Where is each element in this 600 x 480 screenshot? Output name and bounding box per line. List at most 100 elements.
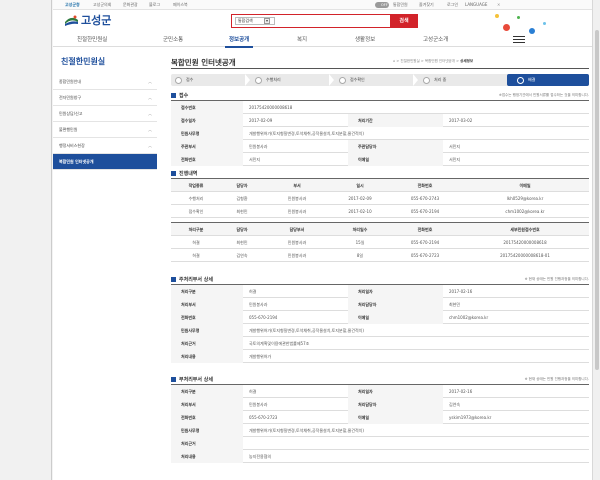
breadcrumb-item[interactable]: 복합민원 인터넷공개 — [425, 59, 455, 63]
field-label: 처리구분 — [171, 385, 243, 398]
sub-dept-table: 처리구분 허결 처리일자 2017-02-16 처리부서 민원봉사과 처리담당자… — [171, 384, 589, 463]
table-row: 처리구분 허결 처리일자 2017-02-16 — [171, 385, 589, 398]
scrollbar-thumb[interactable] — [595, 30, 599, 370]
breadcrumb-current: 상세정보 — [460, 59, 474, 63]
field-value: 개발행위허가 — [249, 354, 272, 359]
table-cell: 김형환 — [236, 196, 248, 201]
field-value: 개발행위허가(토지형질변경,토석채취,공작물설치,토지분할,물건적치) — [249, 428, 364, 433]
gnb-item-sotong[interactable]: 군민소통 — [163, 35, 183, 45]
field-label: 전화번호 — [171, 311, 243, 324]
search-scope-dropdown[interactable]: ▾ — [264, 18, 270, 24]
util-link-tour[interactable]: 문화관광 — [123, 2, 138, 8]
sidebar-item-complaint[interactable]: 불편행민원 ︿ — [53, 122, 157, 138]
deco-dot — [517, 16, 520, 19]
table-row: 처리근거 — [171, 437, 589, 450]
table-cell: 김연숙 — [236, 253, 248, 258]
section-title: 진행내역 — [179, 171, 198, 177]
util-link-minwon[interactable]: 통합민원 — [393, 2, 408, 8]
section-title: 주처리부서 상세 — [179, 277, 213, 283]
left-frame — [0, 0, 52, 480]
sidebar-item-charter[interactable]: 행정서비스헌장 ︿ — [53, 138, 157, 154]
breadcrumb: ⌂ > 친절한민원실 > 복합민원 인터넷공개 > 상세정보 — [393, 59, 474, 63]
deco-dot — [503, 24, 510, 31]
field-value: 허결 — [249, 289, 257, 294]
table-cell: 055-670-2194 — [410, 209, 440, 214]
gnb-item-about[interactable]: 고성군소개 — [423, 35, 448, 45]
field-label: 이메일 — [348, 153, 443, 166]
sidebar-item-guide[interactable]: 종합민원안내 ︿ — [53, 74, 157, 90]
util-link-facebook[interactable]: 페이스북 — [173, 2, 188, 8]
section-note: ※ 현재 상태는 민원 진행과정을 의미합니다. — [524, 277, 589, 281]
sidebar-item-complex[interactable]: 복합민원 인터넷공개 — [53, 154, 157, 170]
table-row: 전화번호 055-670-2194 이메일 chm1002@korea.kr — [171, 311, 589, 324]
page-content: 고성군청 고성군의회 문화관광 블로그 페이스북 OFF 통합민원 즐겨찾기 로… — [53, 0, 592, 480]
table-cell: 허결 — [192, 240, 200, 245]
column-header: 처리일수 — [352, 227, 368, 232]
field-label: 처리부서 — [171, 298, 243, 311]
close-icon[interactable]: ✕ — [497, 2, 500, 8]
table-cell: 055-670-2194 — [410, 240, 440, 245]
gnb-item-life[interactable]: 생활정보 — [355, 35, 375, 45]
column-header: 처리구분 — [188, 227, 204, 232]
table-row: 접수번호 20175420000008618 — [171, 101, 589, 114]
field-label: 주관부서 — [171, 140, 243, 153]
sidebar-item-label: 행정서비스헌장 — [59, 143, 85, 148]
menu-icon[interactable] — [513, 36, 525, 43]
site-logo[interactable]: 고성군 — [65, 13, 125, 29]
util-link-language[interactable]: LANGUAGE — [465, 2, 487, 8]
column-header: 일시 — [356, 183, 364, 188]
field-value: 055-670-2723 — [249, 415, 278, 420]
util-link-blog[interactable]: 블로그 — [149, 2, 160, 8]
table-row: 처리부서 민원봉사과 처리담당자 김연숙 — [171, 398, 589, 411]
toggle-label: OFF — [381, 3, 388, 7]
gnb-item-minwon[interactable]: 친절한민원실 — [77, 35, 107, 45]
step-item: 접수확인 — [339, 74, 409, 86]
vertical-scrollbar[interactable] — [592, 0, 600, 480]
field-value: 서민지 — [449, 144, 461, 149]
field-value: 최현민 — [449, 302, 461, 307]
gnb-item-info[interactable]: 정보공개 — [224, 35, 254, 48]
step-label: 배결 — [528, 77, 536, 82]
field-label: 이메일 — [348, 311, 443, 324]
table-row: 처리내용 농지전용협의 — [171, 450, 589, 463]
step-icon — [339, 76, 346, 84]
sidebar-item-label: 불편행민원 — [59, 127, 78, 132]
sidebar-item-label: 종합민원안내 — [59, 79, 82, 84]
field-label: 처리구분 — [171, 285, 243, 298]
deco-dot — [495, 14, 499, 18]
section-bullet-icon — [171, 277, 176, 282]
sidebar-title: 친절한민원실 — [61, 57, 106, 66]
sidebar-item-report[interactable]: 민원상담/신고 ︿ — [53, 106, 157, 122]
field-label: 전화번호 — [171, 411, 243, 424]
chevron-down-icon: ︿ — [148, 111, 152, 116]
field-label: 처리담당자 — [348, 398, 443, 411]
search-box: ▾ — [231, 14, 393, 28]
column-header: 부서 — [293, 183, 301, 188]
table-row: 허결 최현민 민원봉사과 15일 055-670-2194 2017542000… — [171, 236, 589, 249]
toggle-switch[interactable]: OFF — [375, 2, 389, 8]
field-value: 2017-02-16 — [449, 389, 473, 394]
util-link-login[interactable]: 로그인 — [447, 2, 458, 8]
table-row: 처리내용 개발행위허가 — [171, 350, 589, 363]
util-link-gun[interactable]: 고성군청 — [65, 2, 80, 8]
field-value: 2017-02-16 — [449, 289, 473, 294]
field-value: 055-670-2194 — [249, 315, 278, 320]
column-header: 작업종류 — [188, 183, 204, 188]
home-icon[interactable]: ⌂ — [393, 59, 395, 63]
field-label: 처리부서 — [171, 398, 243, 411]
logo-mark-icon — [65, 15, 78, 26]
search-button[interactable]: 검색 — [390, 14, 418, 28]
breadcrumb-item[interactable]: 친절한민원실 — [400, 59, 419, 63]
field-label: 처리내용 — [171, 450, 243, 463]
step-label: 접수 — [186, 77, 194, 82]
table-cell: 최현민 — [236, 240, 248, 245]
gnb-item-welfare[interactable]: 복지 — [297, 35, 307, 45]
main-dept-table: 처리구분 허결 처리일자 2017-02-16 처리부서 민원봉사과 처리담당자… — [171, 284, 589, 363]
field-value: chm1002@korea.kr — [449, 315, 489, 320]
util-link-favorites[interactable]: 즐겨찾기 — [419, 2, 434, 8]
step-arrow-icon — [413, 74, 418, 86]
global-nav: 친절한민원실 군민소통 정보공개 복지 생활정보 고성군소개 — [53, 34, 592, 48]
util-link-council[interactable]: 고성군의회 — [93, 2, 111, 8]
table-row: 민원사무명 개발행위허가(토지형질변경,토석채취,공작물설치,토지분할,물건적치… — [171, 424, 589, 437]
sidebar-item-online[interactable]: 전자민원창구 ︿ — [53, 90, 157, 106]
